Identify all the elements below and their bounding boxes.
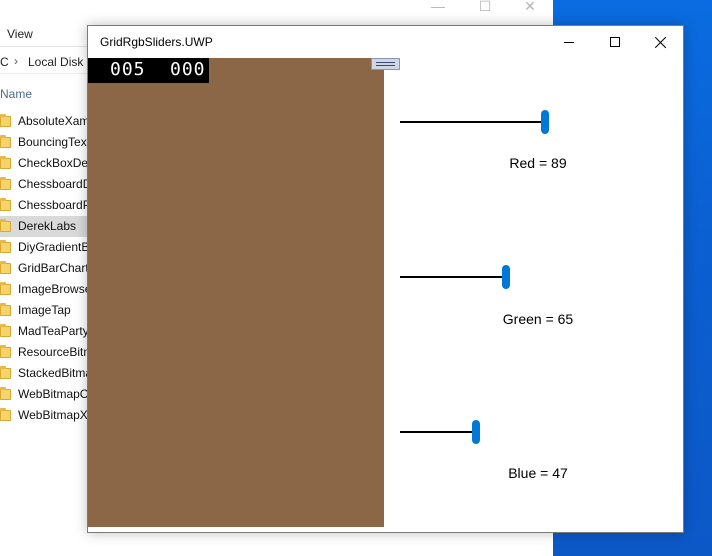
file-name: BouncingText (18, 135, 90, 149)
red-value-label: Red = 89 (509, 155, 567, 171)
folder-icon (0, 135, 11, 148)
folder-icon (0, 177, 11, 190)
green-slider[interactable] (400, 265, 560, 289)
explorer-minimize-button[interactable]: — (418, 0, 458, 14)
chevron-right-icon: › (14, 54, 18, 68)
folder-icon (0, 303, 11, 316)
green-slider-thumb[interactable] (502, 265, 510, 289)
folder-icon (0, 198, 11, 211)
file-name: ResourceBitm (18, 345, 90, 359)
file-name: ImageBrowse (18, 282, 90, 296)
file-list-item[interactable]: GridBarChart (0, 258, 90, 279)
minimize-button[interactable] (546, 26, 592, 58)
folder-icon (0, 219, 11, 232)
file-list-item[interactable]: DiyGradientB (0, 237, 90, 258)
file-list-item[interactable]: ChessboardP (0, 195, 90, 216)
frame-rate-value: 000 (170, 59, 206, 80)
color-swatch (88, 58, 384, 527)
folder-icon (0, 366, 11, 379)
folder-icon (0, 324, 11, 337)
red-slider-thumb[interactable] (541, 110, 549, 134)
blue-slider[interactable] (400, 420, 560, 444)
file-list-item[interactable]: ImageBrowse (0, 279, 90, 300)
breadcrumb-local-disk[interactable]: Local Disk ( (28, 55, 91, 69)
blue-value-label: Blue = 47 (508, 465, 568, 481)
explorer-close-button[interactable]: ✕ (510, 0, 550, 14)
frame-rate-value: 005 (110, 59, 146, 80)
file-name: WebBitmapX (18, 408, 88, 422)
file-list-item[interactable]: WebBitmapC (0, 384, 90, 405)
file-list-item[interactable]: CheckBoxDer (0, 153, 90, 174)
app-window: GridRgbSliders.UWP 005 000 Red = 89 Gree… (87, 25, 684, 533)
file-list-item[interactable]: WebBitmapX (0, 405, 90, 426)
ribbon-tab-view[interactable]: View (7, 27, 33, 41)
file-name: StackedBitma (18, 366, 90, 380)
close-icon (655, 36, 667, 48)
debug-toolbar-grip[interactable] (371, 58, 400, 70)
folder-icon (0, 345, 11, 358)
green-value-label: Green = 65 (502, 311, 574, 327)
file-list-item[interactable]: BouncingText (0, 132, 90, 153)
file-list: AbsoluteXam BouncingText CheckBoxDer Chessb… (0, 111, 90, 426)
file-name: CheckBoxDer (18, 156, 90, 170)
file-name: DiyGradientB (18, 240, 90, 254)
file-name: WebBitmapC (18, 387, 89, 401)
explorer-maximize-button[interactable]: ☐ (465, 0, 505, 14)
folder-icon (0, 261, 11, 274)
file-name: MadTeaParty (18, 324, 89, 338)
green-slider-track (400, 276, 506, 278)
breadcrumb-root[interactable]: C (0, 55, 9, 69)
column-header-name[interactable]: Name (0, 87, 32, 101)
folder-icon (0, 387, 11, 400)
blue-slider-track (400, 431, 476, 433)
file-name: AbsoluteXam (18, 114, 90, 128)
file-list-item[interactable]: StackedBitma (0, 363, 90, 384)
file-name: ChessboardD (18, 177, 90, 191)
folder-icon (0, 114, 11, 127)
maximize-icon (610, 37, 620, 47)
frame-rate-counter: 005 000 (88, 58, 209, 83)
file-list-item[interactable]: ImageTap (0, 300, 90, 321)
red-slider-track (400, 121, 545, 123)
folder-icon (0, 240, 11, 253)
file-list-item[interactable]: AbsoluteXam (0, 111, 90, 132)
minimize-icon (564, 42, 574, 43)
file-list-item[interactable]: MadTeaParty (0, 321, 90, 342)
maximize-button[interactable] (592, 26, 638, 58)
close-button[interactable] (638, 26, 684, 58)
file-list-item[interactable]: ChessboardD (0, 174, 90, 195)
file-list-item[interactable]: DerekLabs (0, 216, 90, 237)
red-slider[interactable] (400, 110, 560, 134)
file-name: ImageTap (18, 303, 71, 317)
folder-icon (0, 282, 11, 295)
folder-icon (0, 156, 11, 169)
window-title: GridRgbSliders.UWP (100, 35, 213, 49)
folder-icon (0, 408, 11, 421)
file-name: GridBarChart (18, 261, 89, 275)
title-bar[interactable]: GridRgbSliders.UWP (88, 26, 683, 58)
file-list-item[interactable]: ResourceBitm (0, 342, 90, 363)
blue-slider-thumb[interactable] (472, 420, 480, 444)
file-name: ChessboardP (18, 198, 90, 212)
file-name: DerekLabs (18, 219, 77, 233)
